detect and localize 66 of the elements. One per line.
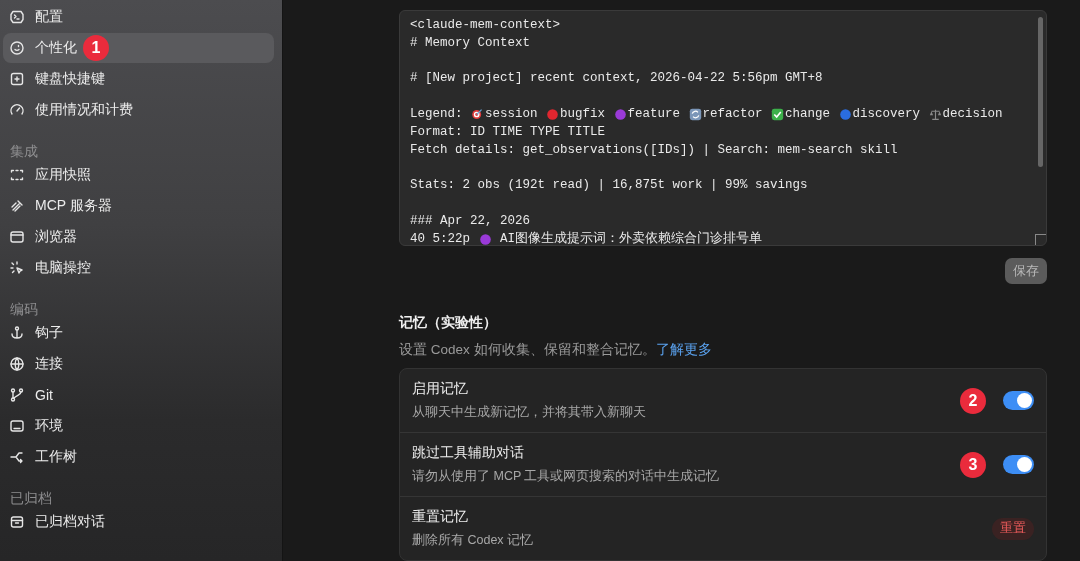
sidebar-item[interactable]: 已归档对话	[3, 507, 274, 537]
number-badge: 1	[83, 35, 109, 61]
split-arrow-icon	[9, 449, 25, 465]
number-badge: 2	[960, 387, 986, 414]
text-editor[interactable]	[399, 10, 1047, 246]
sidebar-item[interactable]: 应用快照	[3, 160, 274, 190]
dot-icon	[478, 232, 492, 246]
section-heading: 集成	[9, 143, 39, 160]
sidebar-item[interactable]: Git	[3, 380, 274, 410]
setting-description: 删除所有 Codex 记忆	[412, 532, 535, 549]
cycle-icon	[688, 108, 702, 122]
setting-title: 启用记忆	[412, 380, 469, 398]
check-icon	[771, 108, 785, 122]
setting-description: 请勿从使用了 MCP 工具或网页搜索的对话中生成记忆	[412, 468, 721, 485]
section-heading: 已归档	[9, 490, 53, 507]
legend-line: Legend: session bugfix feature refactor change discovery decision	[410, 106, 1004, 124]
browser-icon	[9, 229, 25, 245]
anchor-icon	[9, 325, 25, 341]
code-line: <claude-mem-context>	[410, 17, 562, 34]
save-button[interactable]: 保存	[1005, 258, 1047, 284]
code-line: # [New project] recent context, 2026-04-22 5:56pm GMT+8	[410, 70, 824, 88]
sidebar-item[interactable]: 钩子	[3, 318, 274, 348]
setting-title: 跳过工具辅助对话	[412, 444, 525, 462]
entry-line: 40 5:22p AI图像生成提示词：外卖依赖综合门诊排号单	[410, 230, 764, 248]
code-line: ### Apr 22, 2026	[410, 212, 532, 230]
sidebar-item[interactable]: 工作树	[3, 442, 274, 472]
sidebar-item[interactable]: 环境	[3, 411, 274, 441]
sidebar-item[interactable]: 键盘快捷键	[3, 64, 274, 94]
plug-icon	[9, 198, 25, 214]
section-title: 记忆（实验性）	[399, 314, 498, 332]
sidebar-item[interactable]: 配置	[3, 2, 274, 32]
scrollbar[interactable]	[1038, 17, 1043, 167]
section-description: 设置 Codex 如何收集、保留和整合记忆。了解更多	[399, 341, 713, 359]
dot-icon	[546, 108, 560, 122]
code-line: Fetch details: get_observations([IDs]) | Search: mem-search skill	[410, 141, 899, 159]
sidebar-item[interactable]: 使用情况和计费	[3, 95, 274, 125]
dot-icon	[613, 108, 627, 122]
setting-description: 从聊天中生成新记忆，并将其带入新聊天	[412, 404, 647, 421]
screen-icon	[9, 418, 25, 434]
branch-icon	[9, 387, 25, 403]
terminal-icon	[9, 9, 25, 25]
scale-icon	[928, 108, 942, 122]
globe-icon	[9, 356, 25, 372]
archive-icon	[9, 514, 25, 530]
reset-button[interactable]: 重置	[992, 517, 1034, 540]
sidebar-item[interactable]: 浏览器	[3, 222, 274, 252]
smiley-icon	[9, 40, 25, 56]
code-line: Format: ID TIME TYPE TITLE	[410, 123, 607, 141]
sidebar-item[interactable]: MCP 服务器	[3, 191, 274, 221]
toggle-switch[interactable]	[1003, 391, 1034, 410]
section-heading: 编码	[9, 301, 39, 318]
setting-title: 重置记忆	[412, 508, 469, 526]
target-icon	[471, 108, 484, 122]
keyboard-icon	[9, 71, 25, 87]
sidebar-item[interactable]: 电脑操控	[3, 253, 274, 283]
code-line: # Memory Context	[410, 34, 532, 52]
toggle-switch[interactable]	[1003, 455, 1034, 474]
resize-handle[interactable]	[1035, 234, 1046, 245]
dot-icon	[838, 108, 852, 122]
snapshot-icon	[9, 167, 25, 183]
sidebar-item[interactable]: 连接	[3, 349, 274, 379]
cursor-icon	[9, 260, 25, 276]
sidebar-item[interactable]: 个性化 1	[3, 33, 274, 63]
code-line: Stats: 2 obs (192t read) | 16,875t work | 99% savings	[410, 177, 809, 195]
number-badge: 3	[960, 451, 986, 478]
learn-more-link[interactable]: 了解更多	[655, 342, 712, 357]
